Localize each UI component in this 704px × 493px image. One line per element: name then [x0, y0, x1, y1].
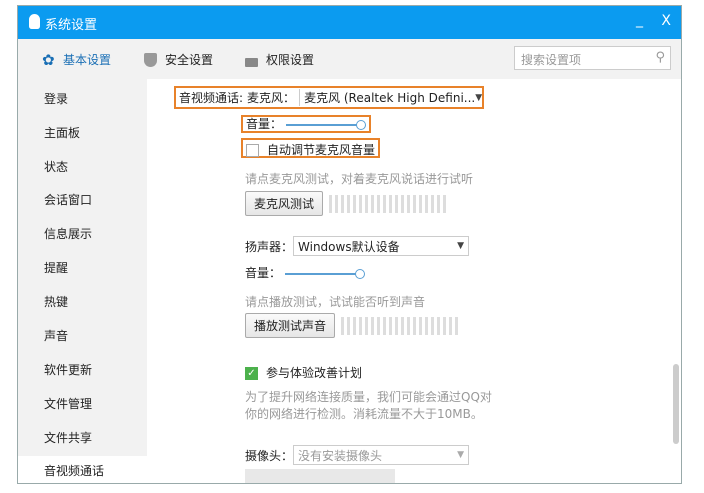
mic-volume-slider[interactable]	[285, 119, 366, 130]
camera-value: 没有安装摄像头	[298, 448, 383, 463]
title-bar: 系统设置 _ X	[18, 6, 681, 39]
chevron-down-icon: ▼	[475, 92, 483, 103]
tab-label: 基本设置	[63, 53, 112, 67]
sidebar-item-chat-window[interactable]: 会话窗口	[18, 185, 147, 215]
search-icon[interactable]: ⚲	[655, 50, 665, 65]
sidebar: 登录 主面板 状态 会话窗口 信息展示 提醒 热键 声音 软件更新 文件管理 文…	[18, 79, 147, 483]
improve-desc-1: 为了提升网络连接质量，我们可能会通过QQ对	[245, 390, 492, 404]
speaker-level-meter	[341, 316, 459, 335]
speaker-label: 扬声器：	[245, 239, 294, 254]
settings-content: 音视频通话: 麦克风： 麦克风 (Realtek High Defini... …	[147, 79, 681, 483]
mic-test-button[interactable]: 麦克风测试	[245, 191, 324, 216]
camera-preview	[245, 469, 395, 483]
gear-icon: ✿	[42, 50, 55, 69]
slider-knob[interactable]	[354, 268, 365, 279]
speaker-volume-row: 音量：	[245, 264, 365, 281]
sidebar-item-status[interactable]: 状态	[18, 152, 147, 182]
auto-adjust-row: 自动调节麦克风音量	[241, 138, 381, 158]
sidebar-item-file-management[interactable]: 文件管理	[18, 389, 147, 419]
play-test-row: 播放测试声音	[245, 313, 459, 338]
speaker-hint: 请点播放测试，试试能否听到声音	[245, 295, 426, 309]
mic-hint: 请点麦克风测试，对着麦克风说话进行试听	[245, 172, 474, 186]
improve-row: ✓ 参与体验改善计划	[245, 364, 362, 381]
chevron-down-icon: ▼	[457, 450, 465, 460]
sidebar-item-file-sharing[interactable]: 文件共享	[18, 423, 147, 453]
sidebar-item-main-panel[interactable]: 主面板	[18, 118, 147, 148]
section-label: 音视频通话:	[179, 91, 244, 105]
mic-label: 麦克风：	[247, 91, 296, 105]
mic-level-meter	[329, 194, 447, 213]
mic-row: 音视频通话: 麦克风： 麦克风 (Realtek High Defini... …	[174, 86, 485, 109]
improve-checkbox[interactable]: ✓	[245, 367, 258, 380]
close-button[interactable]: X	[661, 13, 671, 29]
settings-window: 系统设置 _ X ✿ 基本设置 安全设置 权限设置 搜索设置项 ⚲ 登录 主面板…	[17, 5, 682, 484]
volume-label: 音量：	[245, 266, 282, 280]
search-input[interactable]: 搜索设置项 ⚲	[514, 46, 671, 70]
mic-volume-row: 音量：	[241, 115, 371, 133]
minimize-button[interactable]: _	[636, 12, 643, 28]
tab-basic-settings[interactable]: ✿ 基本设置	[42, 51, 111, 68]
play-test-button[interactable]: 播放测试声音	[245, 313, 336, 338]
chevron-down-icon: ▼	[457, 241, 465, 251]
tab-security-settings[interactable]: 安全设置	[144, 51, 213, 68]
shield-icon	[144, 52, 157, 67]
speaker-select[interactable]: Windows默认设备 ▼	[293, 236, 470, 256]
lock-icon	[245, 57, 258, 67]
mic-select[interactable]: 麦克风 (Realtek High Defini... ▼	[299, 89, 483, 106]
qq-logo-icon	[29, 14, 40, 29]
sidebar-item-info-display[interactable]: 信息展示	[18, 219, 147, 249]
improve-desc-2: 你的网络进行检测。消耗流量不大于10MB。	[245, 407, 483, 421]
sidebar-item-sound[interactable]: 声音	[18, 321, 147, 351]
speaker-value: Windows默认设备	[298, 239, 400, 254]
auto-adjust-checkbox[interactable]	[246, 144, 259, 157]
camera-label: 摄像头：	[245, 448, 294, 463]
tab-permission-settings[interactable]: 权限设置	[245, 51, 314, 68]
search-placeholder: 搜索设置项	[521, 53, 582, 67]
volume-label: 音量：	[246, 117, 283, 131]
tab-label: 权限设置	[266, 53, 315, 67]
sidebar-item-av-call[interactable]: 音视频通话	[18, 456, 147, 483]
improve-label: 参与体验改善计划	[266, 366, 363, 380]
sidebar-item-update[interactable]: 软件更新	[18, 355, 147, 385]
sidebar-item-reminder[interactable]: 提醒	[18, 253, 147, 283]
sidebar-item-hotkey[interactable]: 热键	[18, 287, 147, 317]
tab-label: 安全设置	[165, 53, 214, 67]
window-title: 系统设置	[45, 18, 98, 33]
auto-adjust-label: 自动调节麦克风音量	[267, 143, 376, 157]
speaker-volume-slider[interactable]	[284, 268, 365, 279]
scrollbar[interactable]	[673, 364, 679, 444]
speaker-row: 扬声器： Windows默认设备 ▼	[245, 236, 470, 256]
mic-test-row: 麦克风测试	[245, 191, 447, 216]
camera-select[interactable]: 没有安装摄像头 ▼	[293, 445, 470, 465]
camera-row: 摄像头： 没有安装摄像头 ▼	[245, 445, 470, 465]
toolbar: ✿ 基本设置 安全设置 权限设置 搜索设置项 ⚲	[18, 39, 681, 79]
sidebar-item-login[interactable]: 登录	[18, 84, 147, 114]
mic-value: 麦克风 (Realtek High Defini...	[304, 91, 476, 105]
slider-knob[interactable]	[355, 119, 366, 130]
